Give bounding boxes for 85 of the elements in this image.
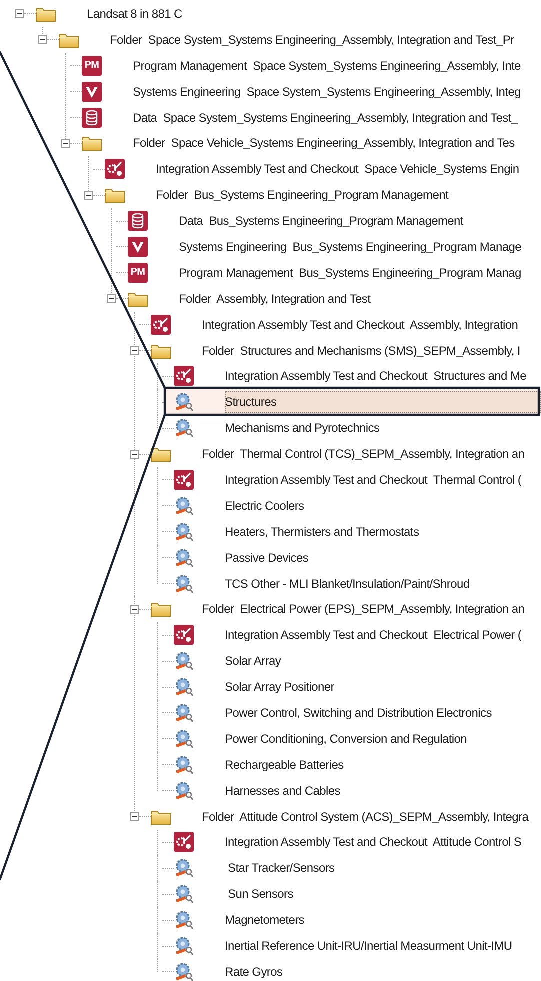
gear-check-icon <box>174 832 194 852</box>
collapse-icon[interactable] <box>107 294 116 304</box>
gear-wrench-icon <box>174 754 194 775</box>
gear-wrench-icon <box>174 548 194 568</box>
gear-wrench-icon <box>174 522 194 542</box>
tree-item-label[interactable]: Heaters, Thermisters and Thermostats <box>225 522 420 541</box>
tree-item-label[interactable]: Inertial Reference Unit-IRU/Inertial Measurment Unit-IMU <box>225 937 512 955</box>
gear-wrench-icon <box>174 910 194 930</box>
tree-item-label[interactable]: TCS Other - MLI Blanket/Insulation/Paint/Shroud <box>225 574 470 593</box>
tree-item-label[interactable]: Power Conditioning, Conversion and Regulation <box>225 730 467 748</box>
gear-wrench-icon <box>174 496 194 516</box>
tree-item-label[interactable]: Integration Assembly Test and Checkout Assembly, Integration <box>202 316 518 334</box>
gear-wrench-icon <box>174 418 194 438</box>
tree-item-label[interactable]: Integration Assembly Test and Checkout Thermal Control ( <box>225 470 522 489</box>
tree-item-label[interactable]: Sun Sensors <box>225 885 294 904</box>
v-icon <box>128 236 148 257</box>
collapse-icon[interactable] <box>130 346 139 356</box>
tree-item-label[interactable]: Data Bus_Systems Engineering_Program Management <box>179 212 464 230</box>
tree-item-label[interactable]: Folder Assembly, Integration and Test <box>179 290 371 308</box>
tree-item-label[interactable]: Data Space System_Systems Engineering_Assembly, Integration and Test_ <box>133 108 518 126</box>
folder-icon <box>128 290 148 307</box>
tree-item-label[interactable]: Integration Assembly Test and Checkout Electrical Power ( <box>225 626 522 644</box>
gear-check-icon <box>174 625 194 646</box>
gear-wrench-icon <box>174 677 194 698</box>
tree-item-label[interactable]: Folder Bus_Systems Engineering_Program Management <box>156 186 448 204</box>
gear-check-icon <box>105 159 125 180</box>
tree-item-label[interactable]: Folder Thermal Control (TCS)_SEPM_Assembly, Integration an <box>202 445 525 464</box>
collapse-icon[interactable] <box>130 812 139 822</box>
tree-item-label[interactable]: Folder Space System_Systems Engineering_Assembly, Integration and Test_Pr <box>110 30 514 49</box>
tree-item-label[interactable]: Solar Array Positioner <box>225 678 334 696</box>
tree-item-label[interactable]: Systems Engineering Bus_Systems Engineering_Program Manage <box>179 238 522 256</box>
gear-wrench-icon <box>174 884 194 904</box>
gear-wrench-icon <box>174 651 194 672</box>
tree-item-label[interactable]: Harnesses and Cables <box>225 782 340 800</box>
folder-icon <box>36 6 56 22</box>
pm-icon: PM <box>128 262 148 283</box>
tree-item-label[interactable]: Magnetometers <box>225 911 304 930</box>
collapse-icon[interactable] <box>130 604 139 614</box>
v-icon <box>82 82 102 102</box>
folder-icon <box>82 135 102 152</box>
gear-wrench-icon <box>174 702 194 723</box>
gear-check-icon <box>174 366 194 386</box>
tree-item-label[interactable]: Electric Coolers <box>225 496 304 515</box>
tree-item-label[interactable]: Passive Devices <box>225 548 309 567</box>
gear-wrench-icon <box>174 962 194 981</box>
collapse-icon[interactable] <box>84 190 93 200</box>
folder-icon <box>59 32 79 48</box>
gear-wrench-icon <box>174 574 194 594</box>
collapse-icon[interactable] <box>15 9 24 18</box>
tree-item-label[interactable]: Integration Assembly Test and Checkout Space Vehicle_Systems Engin <box>156 160 520 178</box>
gear-check-icon <box>151 314 171 335</box>
database-icon <box>82 108 102 128</box>
collapse-icon[interactable] <box>61 138 70 148</box>
collapse-icon[interactable] <box>38 35 47 44</box>
tree-item-label[interactable]: Power Control, Switching and Distribution Electronics <box>225 704 492 722</box>
gear-wrench-icon <box>174 858 194 878</box>
folder-icon <box>151 601 171 618</box>
database-icon <box>128 211 148 232</box>
gear-wrench-icon <box>174 780 194 801</box>
tree-item-label[interactable]: Mechanisms and Pyrotechnics <box>225 419 380 438</box>
tree-item-label[interactable]: Star Tracker/Sensors <box>225 859 335 878</box>
tree-item-label[interactable]: Solar Array <box>225 652 282 670</box>
tree-item-label[interactable]: Program Management Bus_Systems Engineering_Program Manag <box>179 264 522 282</box>
tree-item-label[interactable]: Rate Gyros <box>225 962 283 981</box>
tree-item-label[interactable]: Rechargeable Batteries <box>225 756 344 774</box>
tree-item-label[interactable]: Folder Attitude Control System (ACS)_SEPM_Assembly, Integra <box>202 808 529 826</box>
folder-icon <box>105 187 125 204</box>
tree-item-label[interactable]: Folder Space Vehicle_Systems Engineering_Assembly, Integration and Tes <box>133 134 515 152</box>
gear-check-icon <box>174 470 194 490</box>
tree-item-label[interactable]: Systems Engineering Space System_Systems Engineering_Assembly, Integ <box>133 82 521 101</box>
folder-icon <box>151 342 171 359</box>
folder-icon <box>151 446 171 462</box>
gear-wrench-icon <box>174 392 194 412</box>
pm-icon: PM <box>82 56 102 76</box>
tree-item-label[interactable]: Landsat 8 in 881 C <box>87 4 182 23</box>
folder-icon <box>151 808 171 825</box>
tree-item-label[interactable]: Folder Electrical Power (EPS)_SEPM_Assembly, Integration an <box>202 600 525 618</box>
tree-item-label[interactable]: Structures <box>225 391 541 414</box>
gear-wrench-icon <box>174 936 194 956</box>
gear-wrench-icon <box>174 728 194 749</box>
tree-item-label[interactable]: Program Management Space System_Systems Engineering_Assembly, Inte <box>133 56 521 75</box>
collapse-icon[interactable] <box>130 450 139 459</box>
tree-item-label[interactable]: Integration Assembly Test and Checkout Attitude Control S <box>225 833 522 852</box>
tree-item-label[interactable]: Integration Assembly Test and Checkout Structures and Me <box>225 367 527 386</box>
tree-item-label[interactable]: Folder Structures and Mechanisms (SMS)_SEPM_Assembly, I <box>202 342 520 360</box>
